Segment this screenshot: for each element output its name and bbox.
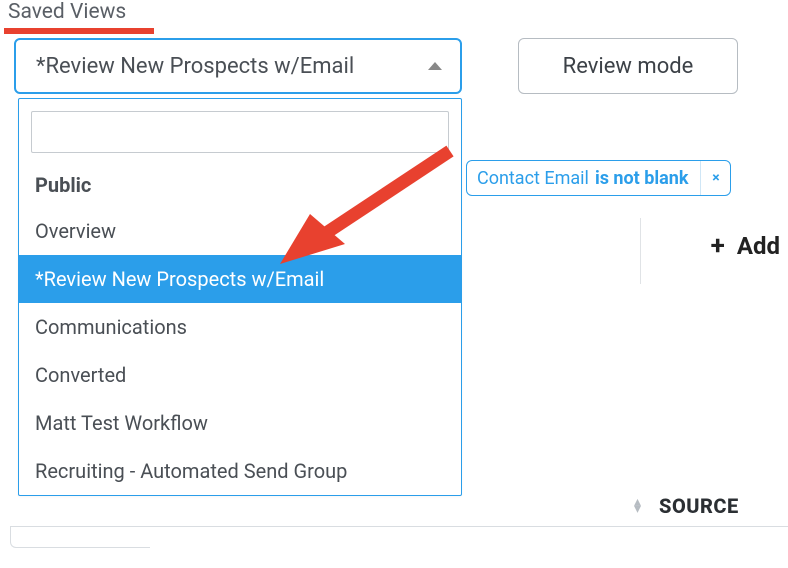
dropdown-option-overview[interactable]: Overview — [19, 207, 461, 255]
sort-icon: ▴▾ — [634, 499, 641, 513]
plus-icon: + — [711, 233, 725, 259]
dropdown-option-converted[interactable]: Converted — [19, 351, 461, 399]
vertical-divider — [640, 218, 641, 284]
filter-condition: is not blank — [595, 168, 689, 189]
table-corner-border — [10, 526, 150, 548]
filter-remove-button[interactable]: × — [700, 161, 730, 195]
dropdown-option-review-new-prospects[interactable]: *Review New Prospects w/Email — [19, 255, 461, 303]
review-mode-label: Review mode — [563, 54, 694, 79]
saved-views-dropdown: Public Overview *Review New Prospects w/… — [18, 98, 462, 496]
filter-field: Contact Email — [477, 168, 589, 189]
red-underline — [4, 28, 154, 34]
dropdown-option-communications[interactable]: Communications — [19, 303, 461, 351]
dropdown-group-label: Public — [19, 167, 461, 207]
filter-chip-contact-email[interactable]: Contact Email is not blank × — [466, 160, 731, 196]
column-label: SOURCE — [659, 494, 739, 518]
review-mode-button[interactable]: Review mode — [518, 38, 738, 94]
saved-views-select[interactable]: *Review New Prospects w/Email — [14, 38, 462, 94]
caret-up-icon — [428, 62, 442, 70]
dropdown-search-input[interactable] — [31, 111, 449, 153]
saved-views-label: Saved Views — [8, 0, 126, 24]
add-button[interactable]: + Add — [711, 232, 780, 260]
column-header-source[interactable]: ▴▾ SOURCE — [634, 494, 739, 518]
dropdown-option-matt-test-workflow[interactable]: Matt Test Workflow — [19, 399, 461, 447]
dropdown-option-recruiting-automated[interactable]: Recruiting - Automated Send Group — [19, 447, 461, 495]
add-label: Add — [737, 232, 780, 260]
select-value: *Review New Prospects w/Email — [36, 54, 354, 79]
